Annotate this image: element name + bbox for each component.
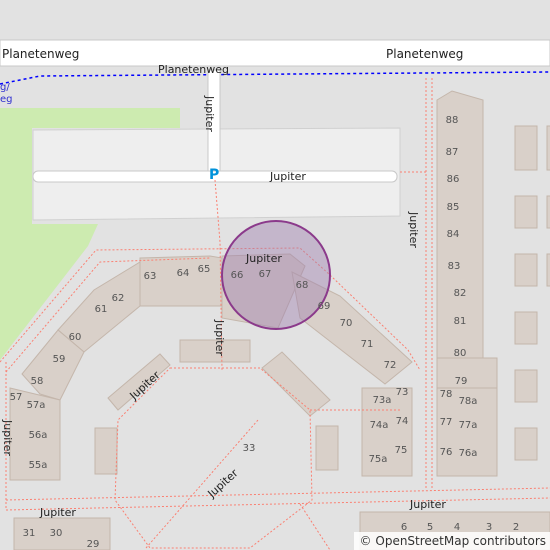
map-attribution[interactable]: © OpenStreetMap contributors (353, 532, 550, 550)
house-number: 83 (448, 261, 461, 272)
street-label-bottom-left: Jupiter (39, 506, 76, 519)
house-number: 31 (23, 528, 36, 539)
house-number: 68 (296, 280, 309, 291)
building (514, 369, 538, 403)
house-number: 74 (396, 416, 409, 427)
house-number: 30 (50, 528, 63, 539)
footway[interactable] (5, 497, 550, 511)
house-number: 57 (10, 392, 23, 403)
house-number: 86 (447, 174, 460, 185)
house-number: 77a (459, 420, 478, 431)
house-number: 87 (446, 147, 459, 158)
street-label-parking: Jupiter (269, 170, 306, 183)
copyright-symbol: © (359, 534, 372, 548)
building (315, 425, 339, 471)
house-number: 82 (454, 288, 467, 299)
house-number: 56a (29, 430, 48, 441)
street-label-circle: Jupiter (245, 252, 282, 265)
cycleway[interactable] (0, 71, 550, 85)
house-number: 88 (446, 115, 459, 126)
house-number: 67 (259, 269, 272, 280)
footway[interactable] (5, 487, 550, 501)
house-number: 71 (361, 339, 374, 350)
house-number: 69 (318, 301, 331, 312)
building (514, 427, 538, 461)
house-number: 73a (373, 395, 392, 406)
street-label-main: Planetenweg (2, 47, 79, 61)
house-number: 60 (69, 332, 82, 343)
house-number: 77 (440, 417, 453, 428)
house-number: 79 (455, 376, 468, 387)
main-road[interactable] (0, 39, 550, 67)
house-number: 76a (459, 448, 478, 459)
map-canvas[interactable]: Planetenweg Planetenweg Planetenweg Jupi… (0, 0, 550, 550)
street-label-bottom-right: Jupiter (409, 498, 446, 511)
house-number: 64 (177, 268, 190, 279)
building (94, 427, 118, 475)
house-number: 73 (396, 387, 409, 398)
footway[interactable] (299, 503, 331, 550)
house-number: 75 (395, 445, 408, 456)
house-number: 81 (454, 316, 467, 327)
house-number: 59 (53, 354, 66, 365)
street-label-vertical-top: Jupiter (203, 95, 216, 132)
house-number: 74a (370, 420, 389, 431)
street-label-secondary: Planetenweg (158, 63, 229, 76)
house-number: 63 (144, 271, 157, 282)
map-view[interactable]: Planetenweg Planetenweg Planetenweg Jupi… (0, 0, 550, 550)
house-number: 65 (198, 264, 211, 275)
footway[interactable] (145, 419, 259, 549)
house-number: 58 (31, 376, 44, 387)
house-number: 75a (369, 454, 388, 465)
house-number: 61 (95, 304, 108, 315)
house-number: 78a (459, 396, 478, 407)
house-number: 33 (243, 443, 256, 454)
house-number: 84 (447, 229, 460, 240)
house-number: 29 (87, 539, 100, 550)
street-label-main-right: Planetenweg (386, 47, 463, 61)
house-number: 57a (27, 400, 46, 411)
cycleway-label: g/ (0, 82, 10, 93)
street-label-center-vertical: Jupiter (213, 319, 226, 356)
building (514, 195, 538, 229)
footway[interactable] (114, 367, 313, 549)
house-number: 62 (112, 293, 125, 304)
building (514, 253, 538, 287)
house-number: 66 (231, 270, 244, 281)
street-label-left-vertical: Jupiter (1, 419, 14, 456)
house-number: 70 (340, 318, 353, 329)
building (514, 125, 538, 171)
building (261, 351, 331, 417)
house-number: 72 (384, 360, 397, 371)
building (514, 311, 538, 345)
house-number: 55a (29, 460, 48, 471)
street-label-right-vertical: Jupiter (407, 211, 420, 248)
house-number: 85 (447, 202, 460, 213)
cycleway-label: eg (0, 94, 13, 105)
attribution-link[interactable]: OpenStreetMap contributors (375, 534, 546, 548)
house-number: 76 (440, 447, 453, 458)
parking-icon: P (209, 167, 219, 183)
house-number: 80 (454, 348, 467, 359)
house-number: 78 (440, 389, 453, 400)
